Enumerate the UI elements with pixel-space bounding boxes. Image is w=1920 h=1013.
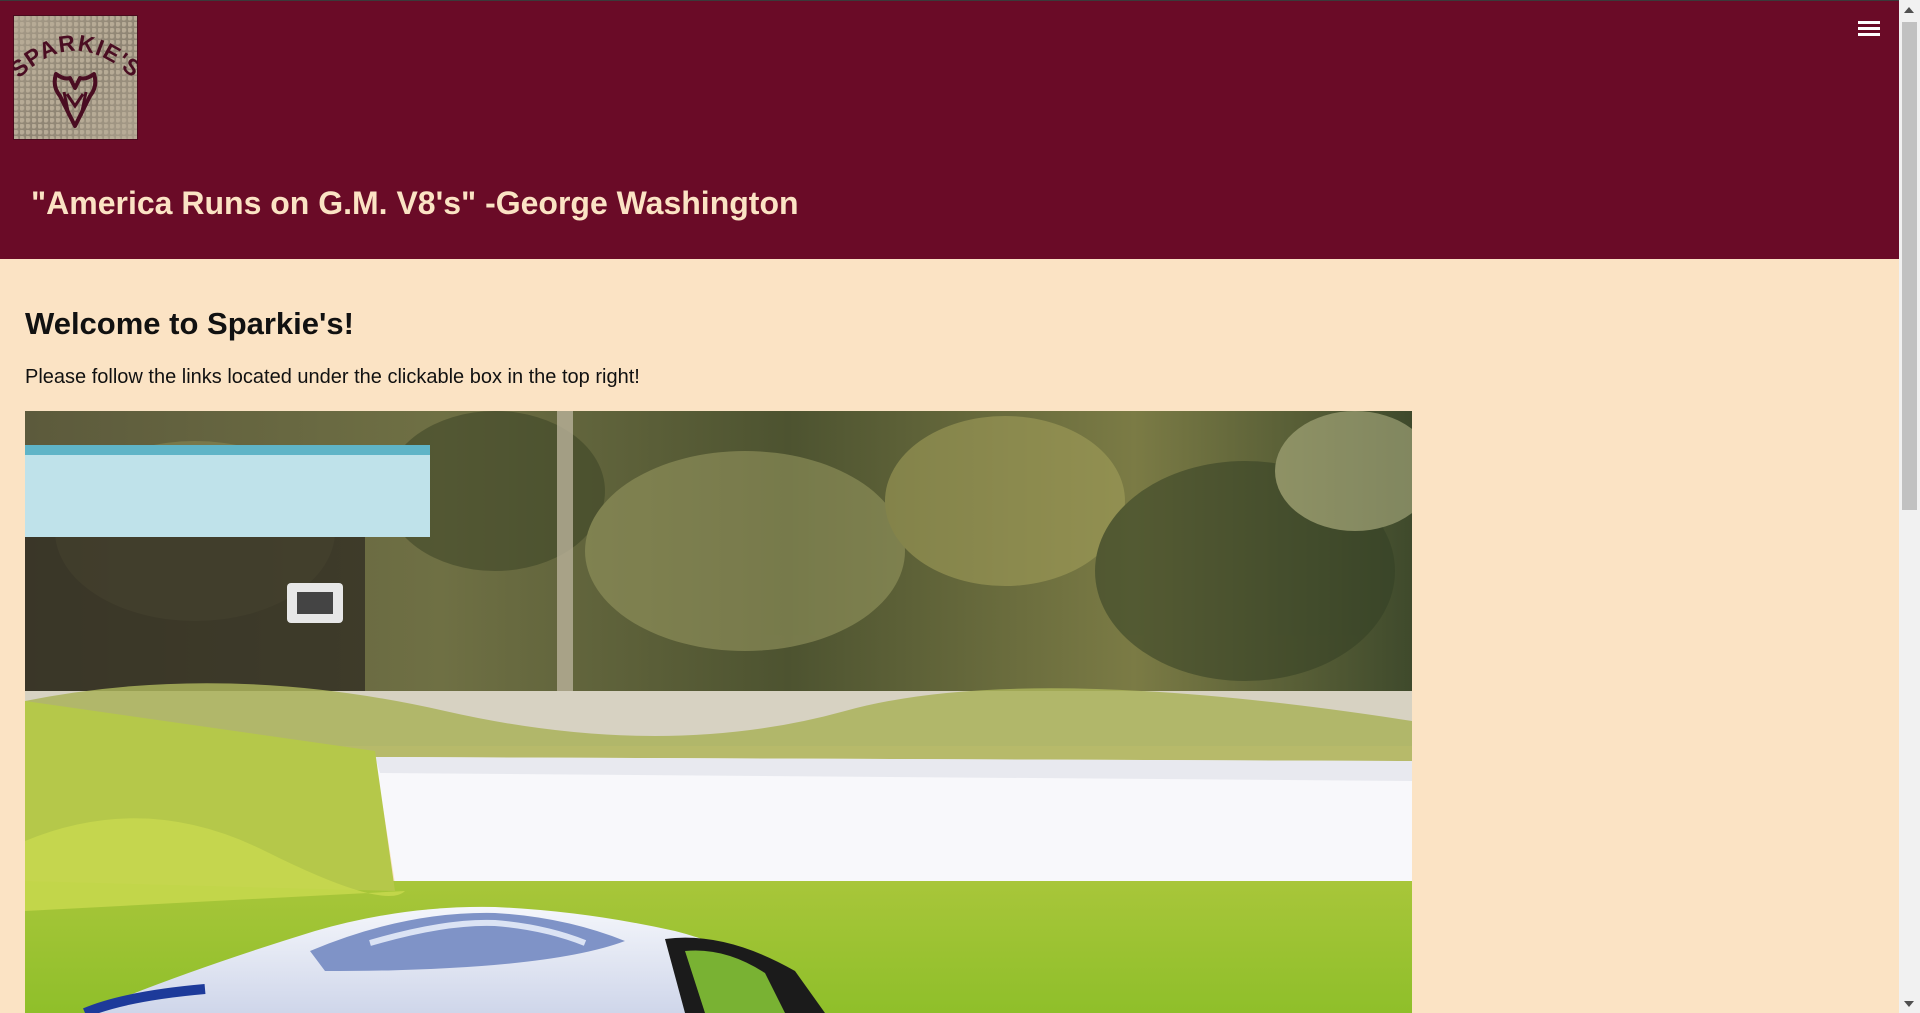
hero-photo (25, 411, 1412, 1013)
hamburger-menu-icon[interactable] (1858, 21, 1880, 41)
page-heading: Welcome to Sparkie's! (25, 306, 354, 341)
site-tagline: "America Runs on G.M. V8's" -George Wash… (31, 185, 799, 221)
svg-text:SPARKIE'S: SPARKIE'S (14, 30, 137, 83)
logo-text: SPARKIE'S (14, 30, 137, 83)
intro-text: Please follow the links located under th… (25, 366, 640, 388)
scroll-up-arrow-icon[interactable] (1904, 7, 1914, 13)
scroll-down-arrow-icon[interactable] (1904, 1001, 1914, 1007)
site-logo[interactable]: SPARKIE'S (13, 15, 138, 140)
vertical-scrollbar[interactable] (1899, 0, 1920, 1013)
page: SPARKIE'S "America Runs on G.M. V8's" -G… (0, 0, 1899, 1013)
ram-head-icon: SPARKIE'S (14, 30, 137, 128)
scrollbar-thumb[interactable] (1902, 22, 1917, 510)
site-header: SPARKIE'S "America Runs on G.M. V8's" -G… (0, 1, 1899, 259)
hero-image-corvette (25, 411, 1412, 1013)
